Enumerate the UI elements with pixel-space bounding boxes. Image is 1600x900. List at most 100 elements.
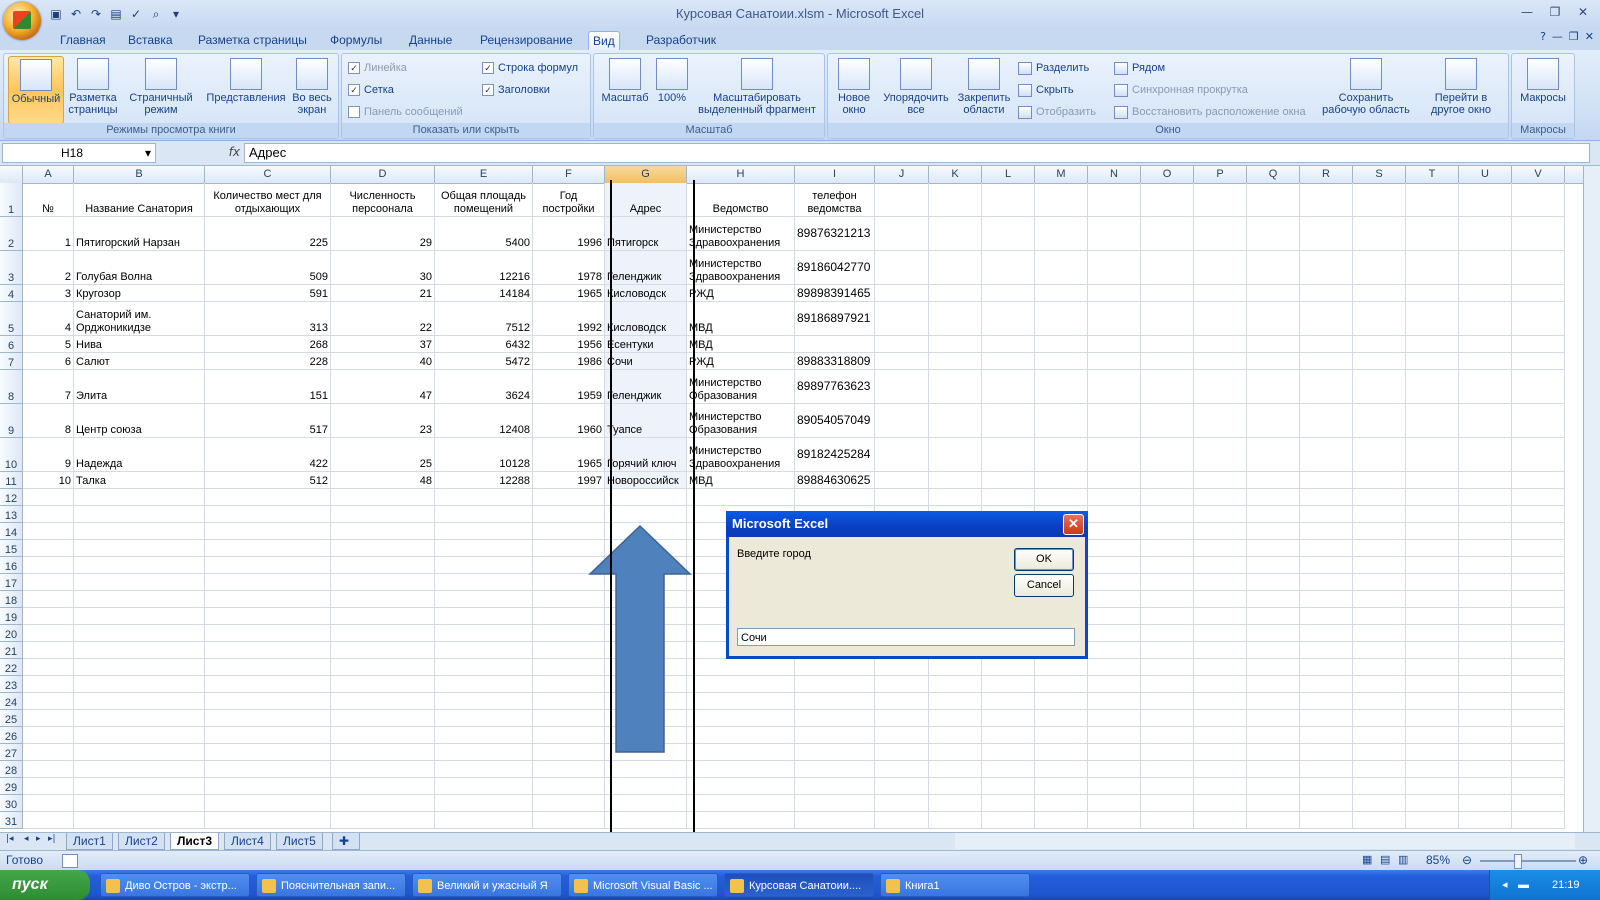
cell[interactable] xyxy=(1194,744,1247,761)
cell[interactable] xyxy=(1353,472,1406,489)
sheet-tab-1[interactable]: Лист1 xyxy=(66,833,113,850)
arrange-all-button[interactable]: Упорядочить все xyxy=(878,56,954,122)
table-cell[interactable]: 23 xyxy=(331,404,435,438)
cell[interactable] xyxy=(1353,625,1406,642)
row-header-5[interactable]: 5 xyxy=(0,302,23,336)
table-cell[interactable]: 1986 xyxy=(533,353,605,370)
cell[interactable] xyxy=(74,659,205,676)
cell[interactable] xyxy=(1088,659,1141,676)
cell[interactable] xyxy=(1194,336,1247,353)
cell[interactable] xyxy=(1194,285,1247,302)
formula-bar-checkbox[interactable]: ✓ Строка формул xyxy=(482,60,578,76)
cell[interactable] xyxy=(1247,761,1300,778)
cell[interactable] xyxy=(929,659,982,676)
cell[interactable] xyxy=(1088,540,1141,557)
cell[interactable] xyxy=(331,795,435,812)
cell[interactable] xyxy=(982,659,1035,676)
table-cell[interactable]: Горячий ключ xyxy=(605,438,687,472)
cell[interactable] xyxy=(982,489,1035,506)
column-header-v[interactable]: V xyxy=(1512,166,1565,183)
table-cell[interactable]: Министерство Образования xyxy=(687,404,795,438)
cell[interactable] xyxy=(1247,812,1300,829)
cell[interactable] xyxy=(1141,183,1194,217)
taskbar-item-active[interactable]: Курсовая Санатоии.... xyxy=(724,873,874,897)
cell[interactable] xyxy=(1459,608,1512,625)
cell[interactable] xyxy=(1247,489,1300,506)
ok-button[interactable]: OK xyxy=(1014,548,1074,571)
taskbar-item[interactable]: Великий и ужасный Я xyxy=(412,873,562,897)
normal-view-button[interactable]: Обычный xyxy=(8,56,64,124)
cell[interactable] xyxy=(1194,778,1247,795)
cell[interactable] xyxy=(1035,710,1088,727)
table-cell[interactable]: 6 xyxy=(23,353,74,370)
cell[interactable] xyxy=(1300,659,1353,676)
cell[interactable] xyxy=(1247,676,1300,693)
cell[interactable] xyxy=(533,506,605,523)
cell[interactable] xyxy=(1247,523,1300,540)
cell[interactable] xyxy=(1141,217,1194,251)
cell[interactable] xyxy=(795,778,875,795)
cell[interactable] xyxy=(1088,404,1141,438)
cell[interactable] xyxy=(1406,710,1459,727)
table-cell[interactable]: 22 xyxy=(331,302,435,336)
cell[interactable] xyxy=(1459,540,1512,557)
cell[interactable] xyxy=(1300,251,1353,285)
cell[interactable] xyxy=(1512,744,1565,761)
cell[interactable] xyxy=(875,353,929,370)
cell[interactable] xyxy=(1406,778,1459,795)
table-cell[interactable]: 5472 xyxy=(435,353,533,370)
cell[interactable] xyxy=(1141,438,1194,472)
cell[interactable] xyxy=(74,761,205,778)
cell[interactable] xyxy=(1035,727,1088,744)
cell[interactable] xyxy=(331,540,435,557)
table-cell[interactable]: 30 xyxy=(331,251,435,285)
cell[interactable] xyxy=(435,744,533,761)
cell[interactable] xyxy=(1141,710,1194,727)
cell[interactable] xyxy=(982,370,1035,404)
cell[interactable] xyxy=(875,489,929,506)
cell[interactable] xyxy=(1353,336,1406,353)
cell[interactable] xyxy=(1300,404,1353,438)
row-header-30[interactable]: 30 xyxy=(0,795,23,812)
cell[interactable] xyxy=(1088,353,1141,370)
cell[interactable] xyxy=(23,710,74,727)
table-cell[interactable]: 313 xyxy=(205,302,331,336)
sheet-tab-5[interactable]: Лист5 xyxy=(276,833,323,850)
cell[interactable] xyxy=(1300,625,1353,642)
close-icon[interactable]: ✕ xyxy=(1570,2,1596,22)
tab-data[interactable]: Данные xyxy=(405,31,456,50)
cell[interactable] xyxy=(1459,438,1512,472)
cell[interactable] xyxy=(23,506,74,523)
sheet-nav-last-icon[interactable]: ▸| xyxy=(48,834,56,844)
column-header-a[interactable]: A xyxy=(23,166,74,183)
column-header-e[interactable]: E xyxy=(435,166,533,183)
cell[interactable] xyxy=(331,608,435,625)
select-all-corner[interactable] xyxy=(0,166,23,183)
cell[interactable] xyxy=(1406,489,1459,506)
cell[interactable] xyxy=(1035,285,1088,302)
cell[interactable] xyxy=(1406,336,1459,353)
cell[interactable] xyxy=(1247,642,1300,659)
cell[interactable] xyxy=(929,795,982,812)
table-cell[interactable]: 14184 xyxy=(435,285,533,302)
formula-input[interactable]: Адрес xyxy=(244,143,1590,163)
table-cell[interactable]: 12408 xyxy=(435,404,533,438)
cell[interactable] xyxy=(1194,812,1247,829)
full-screen-button[interactable]: Во весь экран xyxy=(290,56,334,122)
cell[interactable] xyxy=(1300,795,1353,812)
table-cell[interactable]: Геленджик xyxy=(605,370,687,404)
cell[interactable] xyxy=(1088,302,1141,336)
cell[interactable] xyxy=(1353,489,1406,506)
cell[interactable] xyxy=(1088,489,1141,506)
cell[interactable] xyxy=(331,557,435,574)
row-header-25[interactable]: 25 xyxy=(0,710,23,727)
cell[interactable] xyxy=(1300,353,1353,370)
cell[interactable] xyxy=(1088,557,1141,574)
cell[interactable] xyxy=(1459,302,1512,336)
column-header-k[interactable]: K xyxy=(929,166,982,183)
cell[interactable] xyxy=(1353,744,1406,761)
cell[interactable] xyxy=(1406,642,1459,659)
cell[interactable] xyxy=(331,761,435,778)
zoom-out-icon[interactable]: ⊖ xyxy=(1462,853,1472,867)
cell[interactable] xyxy=(1512,353,1565,370)
